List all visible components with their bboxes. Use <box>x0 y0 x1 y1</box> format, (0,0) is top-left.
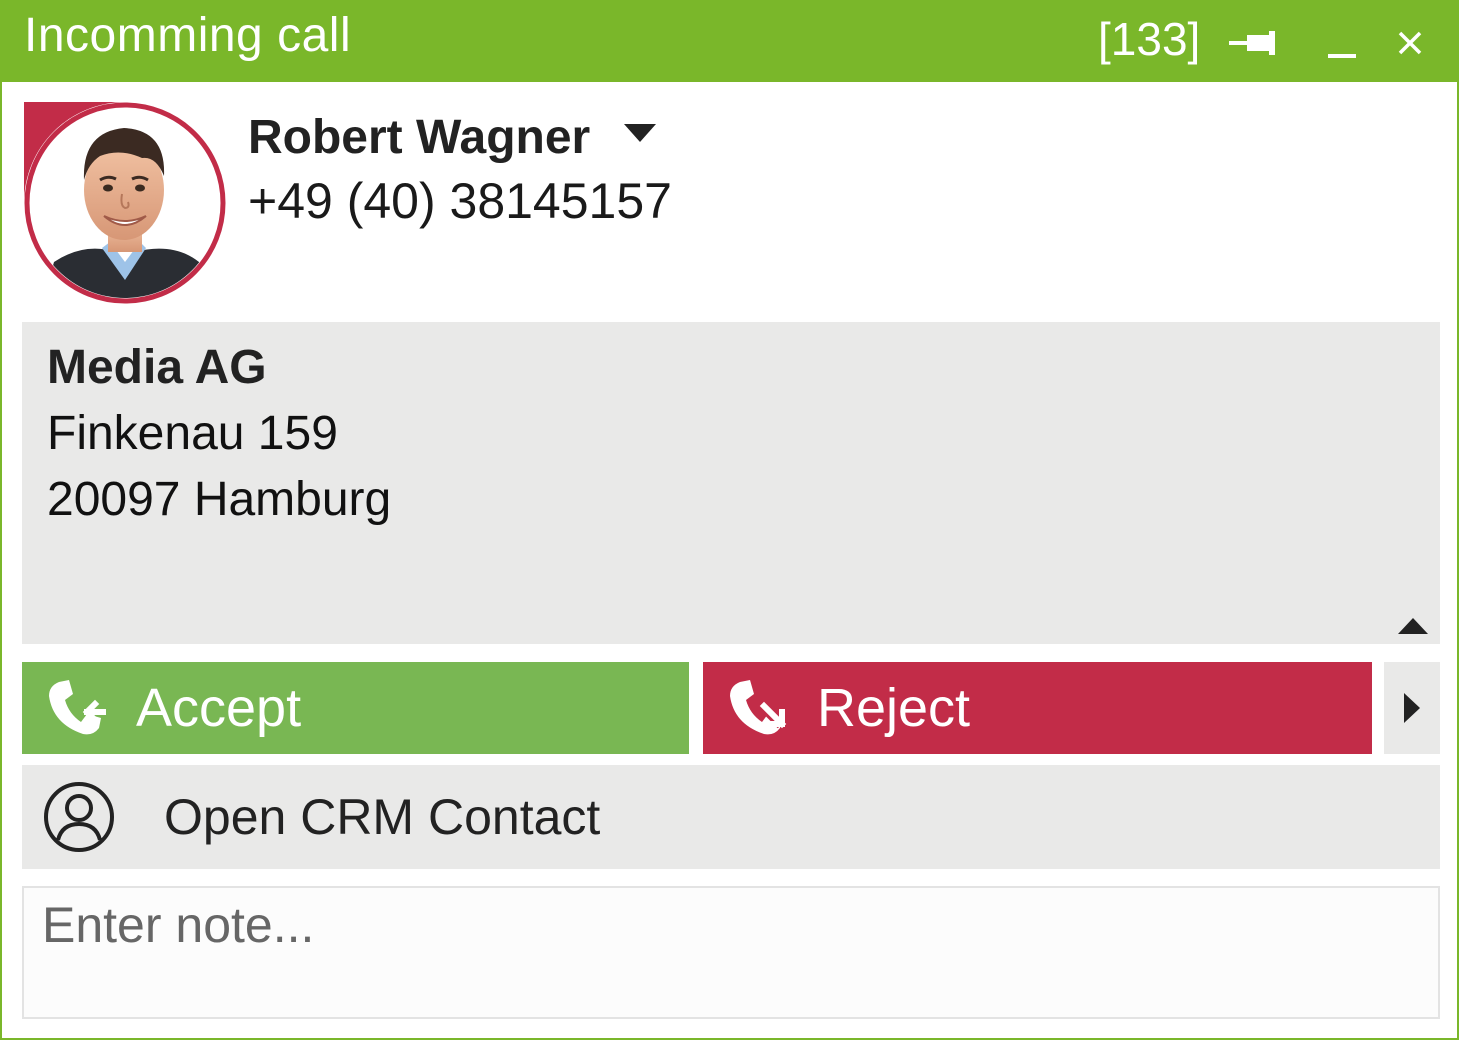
caller-avatar <box>24 102 226 304</box>
address-panel: Media AG Finkenau 159 20097 Hamburg <box>22 322 1440 644</box>
close-button[interactable] <box>1386 22 1434 64</box>
window-title: Incomming call <box>24 9 352 62</box>
open-crm-contact-button[interactable]: Open CRM Contact <box>22 765 1440 869</box>
phone-incoming-icon <box>40 673 110 743</box>
more-options-button[interactable] <box>1384 662 1440 754</box>
minimize-button[interactable] <box>1318 22 1366 64</box>
pin-icon <box>1229 31 1275 55</box>
call-counter: [133] <box>1098 13 1201 65</box>
company-name: Media AG <box>47 341 267 394</box>
title-bar[interactable]: Incomming call [133] <box>0 0 1459 82</box>
collapse-panel-button[interactable] <box>1396 616 1430 636</box>
street-address: Finkenau 159 <box>47 407 338 460</box>
caller-name: Robert Wagner <box>248 111 591 164</box>
incoming-call-window: Incomming call [133] Robert Wagner +49 (… <box>0 0 1459 1040</box>
city-address: 20097 Hamburg <box>47 473 392 526</box>
phone-reject-icon <box>721 673 791 743</box>
close-icon <box>1398 31 1422 55</box>
minimize-icon <box>1328 54 1356 58</box>
note-input[interactable] <box>22 886 1440 1019</box>
caret-down-icon <box>624 124 656 142</box>
user-circle-icon <box>42 780 116 854</box>
caret-up-icon <box>1398 618 1428 634</box>
contact-dropdown-button[interactable] <box>622 122 658 146</box>
reject-button[interactable]: Reject <box>703 662 1372 754</box>
caller-phone: +49 (40) 38145157 <box>248 173 672 229</box>
accept-button[interactable]: Accept <box>22 662 689 754</box>
open-crm-contact-label: Open CRM Contact <box>164 789 601 845</box>
reject-label: Reject <box>817 678 971 738</box>
accept-label: Accept <box>136 678 302 738</box>
pin-button[interactable] <box>1228 22 1276 64</box>
chevron-right-icon <box>1404 693 1420 723</box>
